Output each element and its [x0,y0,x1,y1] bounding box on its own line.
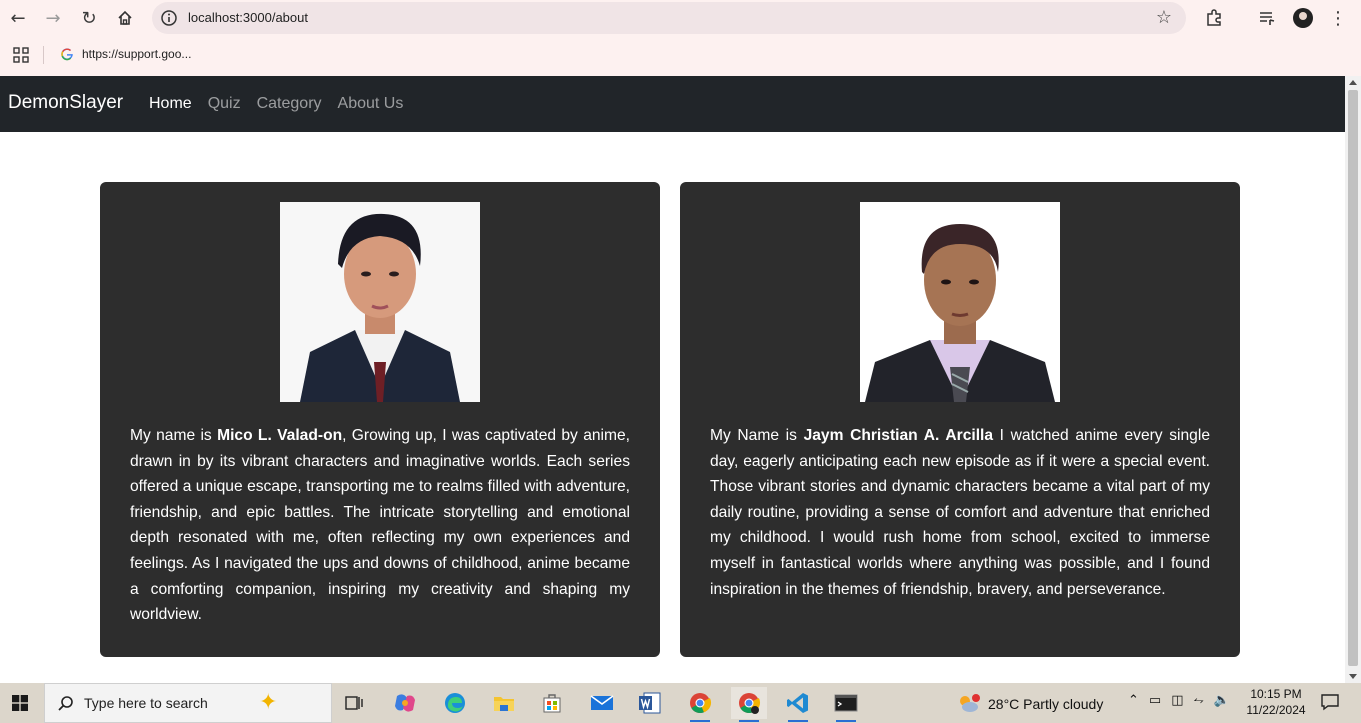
site-navbar: DemonSlayer Home Quiz Category About Us [0,76,1345,132]
menu-icon[interactable]: ⋮ [1327,7,1349,29]
profile-card-mico: My name is Mico L. Valad-on, Growing up,… [100,182,660,657]
home-icon[interactable] [113,6,137,30]
search-placeholder: Type here to search [84,695,208,711]
profile-photo-jaym [860,202,1060,402]
vscode-icon[interactable] [780,687,816,722]
word-icon[interactable] [632,687,668,719]
page-scrollbar[interactable] [1345,76,1361,683]
navbar-brand[interactable]: DemonSlayer [8,92,123,114]
bio-body: I watched anime every single day, eagerl… [710,427,1210,598]
search-icon [58,696,73,711]
weather-widget[interactable]: 28°C Partly cloudy [956,693,1103,715]
forward-icon[interactable]: → [41,6,65,30]
site-info-icon[interactable] [160,9,178,27]
profile-card-jaym: My Name is Jaym Christian A. Arcilla I w… [680,182,1240,657]
clock-date: 11/22/2024 [1246,703,1306,717]
profile-avatar[interactable] [1293,8,1313,28]
author-name: Mico L. Valad-on [217,427,343,444]
nav-link-about-us[interactable]: About Us [338,95,404,113]
copilot-icon[interactable] [387,687,423,719]
bookmark-support-google[interactable]: https://support.goo... [60,47,191,61]
terminal-icon[interactable] [828,687,864,722]
windows-start-icon[interactable] [12,695,28,711]
edge-icon[interactable] [437,687,473,719]
scroll-thumb[interactable] [1348,90,1358,666]
scroll-down-arrow[interactable] [1349,674,1357,679]
bio-intro: My name is [130,427,218,444]
task-view-icon[interactable] [336,687,372,719]
url-text[interactable]: localhost:3000/about [188,10,308,25]
bio-text-mico: My name is Mico L. Valad-on, Growing up,… [130,423,630,628]
meet-now-icon[interactable]: ◫ [1171,693,1183,708]
chrome-profile-2-icon[interactable] [731,687,767,722]
page-viewport: DemonSlayer Home Quiz Category About Us … [0,76,1345,683]
bio-text-jaym: My Name is Jaym Christian A. Arcilla I w… [710,423,1210,602]
chrome-profile-1-icon[interactable] [682,687,718,722]
windows-taskbar: Type here to search ✦ 28°C Partly cloudy… [0,683,1361,723]
reading-list-icon[interactable] [1256,7,1278,29]
nav-link-home[interactable]: Home [149,95,192,113]
reload-icon[interactable]: ↻ [77,6,101,30]
browser-chrome: ← → ↻ localhost:3000/about ☆ ⋮ https://s… [0,0,1361,76]
clock-time: 10:15 PM [1250,687,1302,701]
profile-photo-mico [280,202,480,402]
copilot-sparkle-icon[interactable]: ✦ [259,690,277,715]
system-tray: ⌃ ▭ ◫ ⥊ 🔈 [1128,693,1230,708]
google-icon [61,48,73,61]
extensions-icon[interactable] [1203,7,1225,29]
bookmark-star-icon[interactable]: ☆ [1156,7,1172,28]
bio-intro: My Name is [710,427,804,444]
back-icon[interactable]: ← [6,6,30,30]
show-hidden-icons-chevron-icon[interactable]: ⌃ [1128,693,1139,708]
nav-links: Home Quiz Category About Us [149,95,403,113]
file-explorer-icon[interactable] [486,687,522,719]
clock[interactable]: 10:15 PM 11/22/2024 [1244,686,1308,718]
bookmark-label: https://support.goo... [82,47,192,61]
author-name: Jaym Christian A. Arcilla [803,427,994,444]
partly-cloudy-icon [960,694,980,712]
address-bar[interactable]: localhost:3000/about ☆ [152,2,1186,34]
notification-icon[interactable] [1320,693,1340,711]
volume-icon[interactable]: 🔈 [1214,693,1230,708]
microsoft-store-icon[interactable] [534,687,570,719]
apps-grid-icon[interactable] [13,47,29,63]
battery-icon[interactable]: ▭ [1149,693,1161,708]
taskbar-search[interactable]: Type here to search ✦ [44,683,332,723]
scroll-up-arrow[interactable] [1349,80,1357,85]
bookmarks-bar: https://support.goo... [0,36,1361,76]
nav-link-category[interactable]: Category [257,95,322,113]
weather-text: 28°C Partly cloudy [988,696,1104,712]
browser-toolbar: ← → ↻ localhost:3000/about ☆ ⋮ [0,0,1361,36]
wifi-icon[interactable]: ⥊ [1194,693,1204,708]
bookmark-separator [43,46,44,64]
nav-link-quiz[interactable]: Quiz [208,95,241,113]
bio-body: , Growing up, I was captivated by anime,… [130,427,630,624]
mail-icon[interactable] [584,687,620,719]
